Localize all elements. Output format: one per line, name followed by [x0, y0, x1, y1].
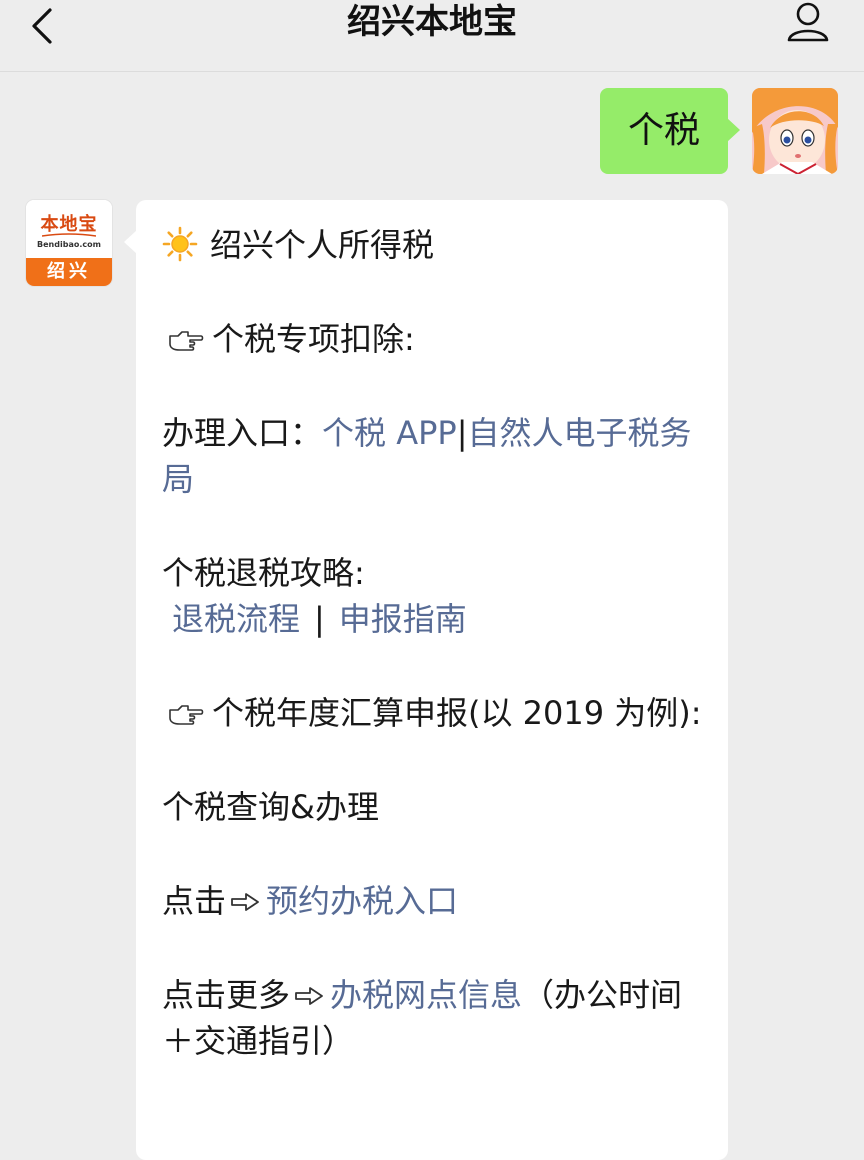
entry-separator: |: [456, 414, 468, 452]
pointing-hand-icon: [169, 331, 204, 351]
appointment-link[interactable]: 预约办税入口: [266, 882, 458, 920]
user-avatar[interactable]: [752, 88, 838, 174]
heading-text: 绍兴个人所得税: [210, 226, 435, 264]
bot-message-bubble: 绍兴个人所得税 个税专项扣除: 办理入口：个税 APP|自然人电子税务局 个税退…: [124, 200, 728, 1160]
logo-city: 绍兴: [26, 258, 112, 286]
more-label: 点击更多: [162, 976, 291, 1014]
right-arrow-icon: [295, 987, 323, 1005]
top-navigation-bar: 绍兴本地宝: [0, 0, 864, 72]
refund-label: 个税退税攻略:: [162, 554, 365, 592]
sun-icon: [162, 226, 198, 262]
section1-line: 个税专项扣除:: [162, 316, 702, 362]
query-line: 个税查询&办理: [162, 788, 379, 826]
entry-line: 办理入口：个税 APP|自然人电子税务局: [162, 410, 702, 502]
logo-top: 本地宝 Bendibao.com: [26, 200, 112, 258]
outlet-line: 点击更多 办税网点信息（办公时间＋交通指引）: [162, 972, 702, 1064]
tax-app-link[interactable]: 个税 APP: [322, 414, 457, 452]
appointment-line: 点击 预约办税入口: [162, 878, 702, 924]
logo-subtext: Bendibao.com: [37, 240, 101, 249]
bot-avatar[interactable]: 本地宝 Bendibao.com 绍兴: [26, 200, 112, 286]
refund-block: 个税退税攻略: 退税流程 | 申报指南: [162, 550, 702, 642]
filing-guide-link[interactable]: 申报指南: [339, 600, 467, 638]
user-message-bubble[interactable]: 个税: [599, 88, 741, 174]
user-message-row: 个税: [599, 88, 838, 174]
outlet-info-link[interactable]: 办税网点信息: [330, 976, 522, 1014]
logo-swoosh-icon: [42, 233, 96, 237]
user-profile-icon[interactable]: [784, 0, 832, 48]
refund-links: 退税流程 | 申报指南: [162, 596, 702, 642]
section1-title: 个税专项扣除:: [212, 320, 415, 358]
click-label: 点击: [162, 882, 227, 920]
pointing-hand-icon: [169, 705, 204, 725]
heading-line: 绍兴个人所得税: [162, 222, 702, 268]
entry-label: 办理入口：: [162, 414, 323, 452]
refund-separator: |: [314, 600, 325, 638]
anime-avatar-icon: [752, 88, 838, 174]
section2-line: 个税年度汇算申报(以 2019 为例):: [162, 690, 702, 736]
refund-process-link[interactable]: 退税流程: [172, 600, 300, 638]
right-arrow-icon: [231, 893, 259, 911]
page-title: 绍兴本地宝: [347, 2, 517, 42]
section2-title: 个税年度汇算申报(以 2019 为例):: [212, 694, 702, 732]
